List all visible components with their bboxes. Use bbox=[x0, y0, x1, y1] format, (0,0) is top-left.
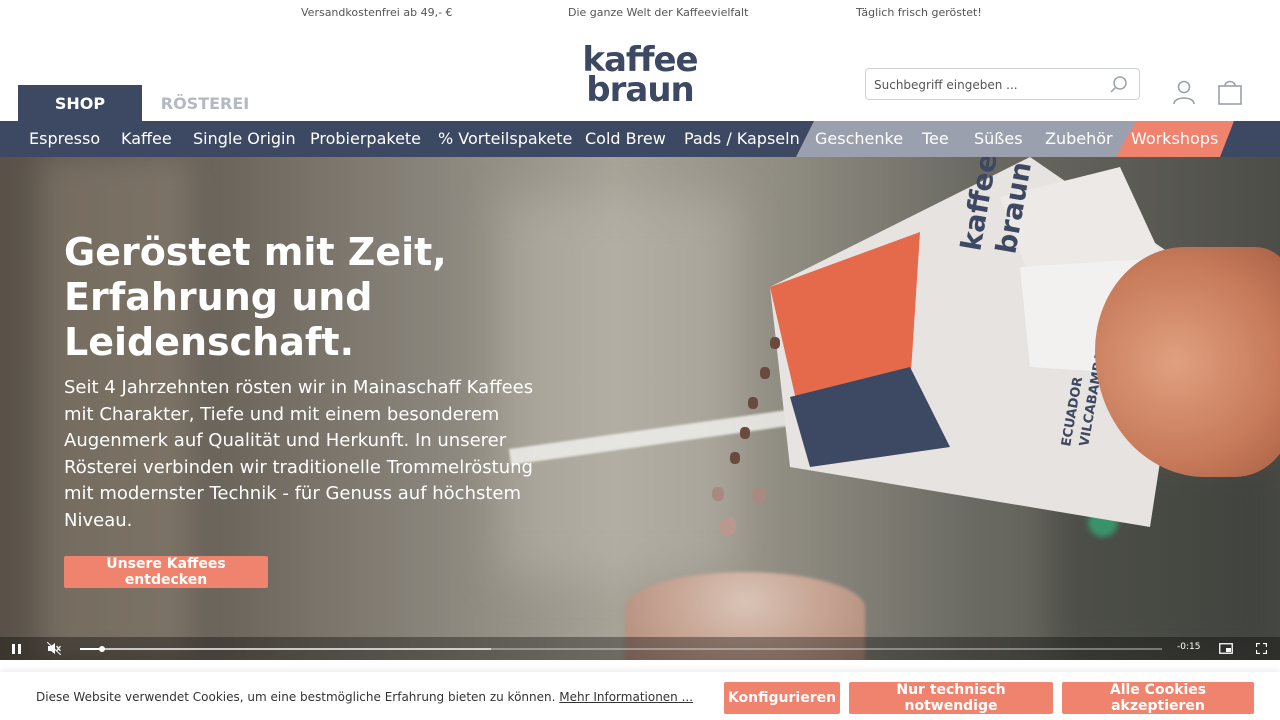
video-controls: -0:15 bbox=[0, 637, 1280, 660]
main-nav: Espresso Kaffee Single Origin Probierpak… bbox=[0, 121, 1280, 157]
nav-item-workshops[interactable]: Workshops bbox=[1131, 121, 1218, 157]
coffee-bean bbox=[770, 337, 780, 349]
coffee-bean bbox=[752, 487, 766, 503]
search-input[interactable] bbox=[874, 75, 1104, 95]
cookie-more-info-link[interactable]: Mehr Informationen ... bbox=[559, 690, 693, 704]
cookie-accept-all-button[interactable]: Alle Cookies akzeptieren bbox=[1062, 682, 1254, 714]
usp-bar: Versandkostenfrei ab 49,- € Die ganze We… bbox=[0, 0, 1280, 26]
tab-shop[interactable]: SHOP bbox=[18, 85, 142, 121]
video-progress-track[interactable] bbox=[80, 646, 1162, 652]
nav-item-pads-kapseln[interactable]: Pads / Kapseln bbox=[684, 121, 800, 157]
nav-item-cold-brew[interactable]: Cold Brew bbox=[585, 121, 666, 157]
cookie-technical-only-button[interactable]: Nur technisch notwendige bbox=[849, 682, 1053, 714]
cookie-text: Diese Website verwendet Cookies, um eine… bbox=[36, 690, 556, 704]
cookie-configure-button[interactable]: Konfigurieren bbox=[724, 682, 840, 714]
nav-item-zubehoer[interactable]: Zubehör bbox=[1045, 121, 1113, 157]
kaffee-braun-logo[interactable]: kaffee braun bbox=[565, 40, 715, 104]
nav-item-tee[interactable]: Tee bbox=[922, 121, 949, 157]
coffee-bean bbox=[712, 487, 724, 501]
cart-icon[interactable] bbox=[1215, 78, 1245, 106]
coffee-bean bbox=[720, 517, 736, 535]
coffee-bean bbox=[748, 397, 758, 409]
nav-item-single-origin[interactable]: Single Origin bbox=[193, 121, 296, 157]
tab-roesterei[interactable]: RÖSTEREI bbox=[142, 85, 268, 121]
nav-item-vorteilspakete[interactable]: % Vorteilspakete bbox=[438, 121, 572, 157]
discover-coffees-button[interactable]: Unsere Kaffees entdecken bbox=[64, 556, 268, 588]
nav-item-suesses[interactable]: Süßes bbox=[974, 121, 1023, 157]
logo-line2: braun bbox=[586, 70, 693, 104]
account-icon[interactable] bbox=[1170, 78, 1198, 106]
coffee-bean bbox=[730, 452, 740, 464]
coffee-bean bbox=[760, 367, 770, 379]
coffee-bean bbox=[740, 427, 750, 439]
cookie-banner: Diese Website verwendet Cookies, um eine… bbox=[0, 672, 1280, 720]
usp-fresh: Täglich frisch geröstet! bbox=[856, 6, 982, 19]
hero-video[interactable]: kaffee braun ECUADOR VILCABAMBA Geröstet… bbox=[0, 157, 1280, 660]
search-icon[interactable] bbox=[1109, 75, 1129, 95]
cookie-text-wrap: Diese Website verwendet Cookies, um eine… bbox=[36, 690, 693, 704]
fullscreen-icon[interactable] bbox=[1256, 643, 1267, 654]
search-box bbox=[865, 68, 1140, 100]
picture-in-picture-icon[interactable] bbox=[1219, 643, 1233, 654]
nav-item-kaffee[interactable]: Kaffee bbox=[121, 121, 172, 157]
nav-item-geschenke[interactable]: Geschenke bbox=[815, 121, 903, 157]
muted-speaker-icon[interactable] bbox=[47, 642, 61, 655]
nav-item-probierpakete[interactable]: Probierpakete bbox=[310, 121, 421, 157]
pause-icon[interactable] bbox=[12, 644, 22, 654]
usp-variety: Die ganze Welt der Kaffeevielfalt bbox=[568, 6, 749, 19]
usp-shipping: Versandkostenfrei ab 49,- € bbox=[301, 6, 453, 19]
video-scrubber-handle[interactable] bbox=[98, 646, 105, 652]
nav-item-espresso[interactable]: Espresso bbox=[29, 121, 100, 157]
video-buffer-bar bbox=[80, 648, 492, 650]
hero-text: Seit 4 Jahrzehnten rösten wir in Mainasc… bbox=[64, 377, 534, 531]
video-time-remaining: -0:15 bbox=[1177, 642, 1201, 652]
hero-title: Geröstet mit Zeit, Erfahrung und Leidens… bbox=[64, 230, 447, 364]
header: SHOP RÖSTEREI kaffee braun bbox=[0, 26, 1280, 121]
hero-bg-shape bbox=[500, 197, 740, 577]
